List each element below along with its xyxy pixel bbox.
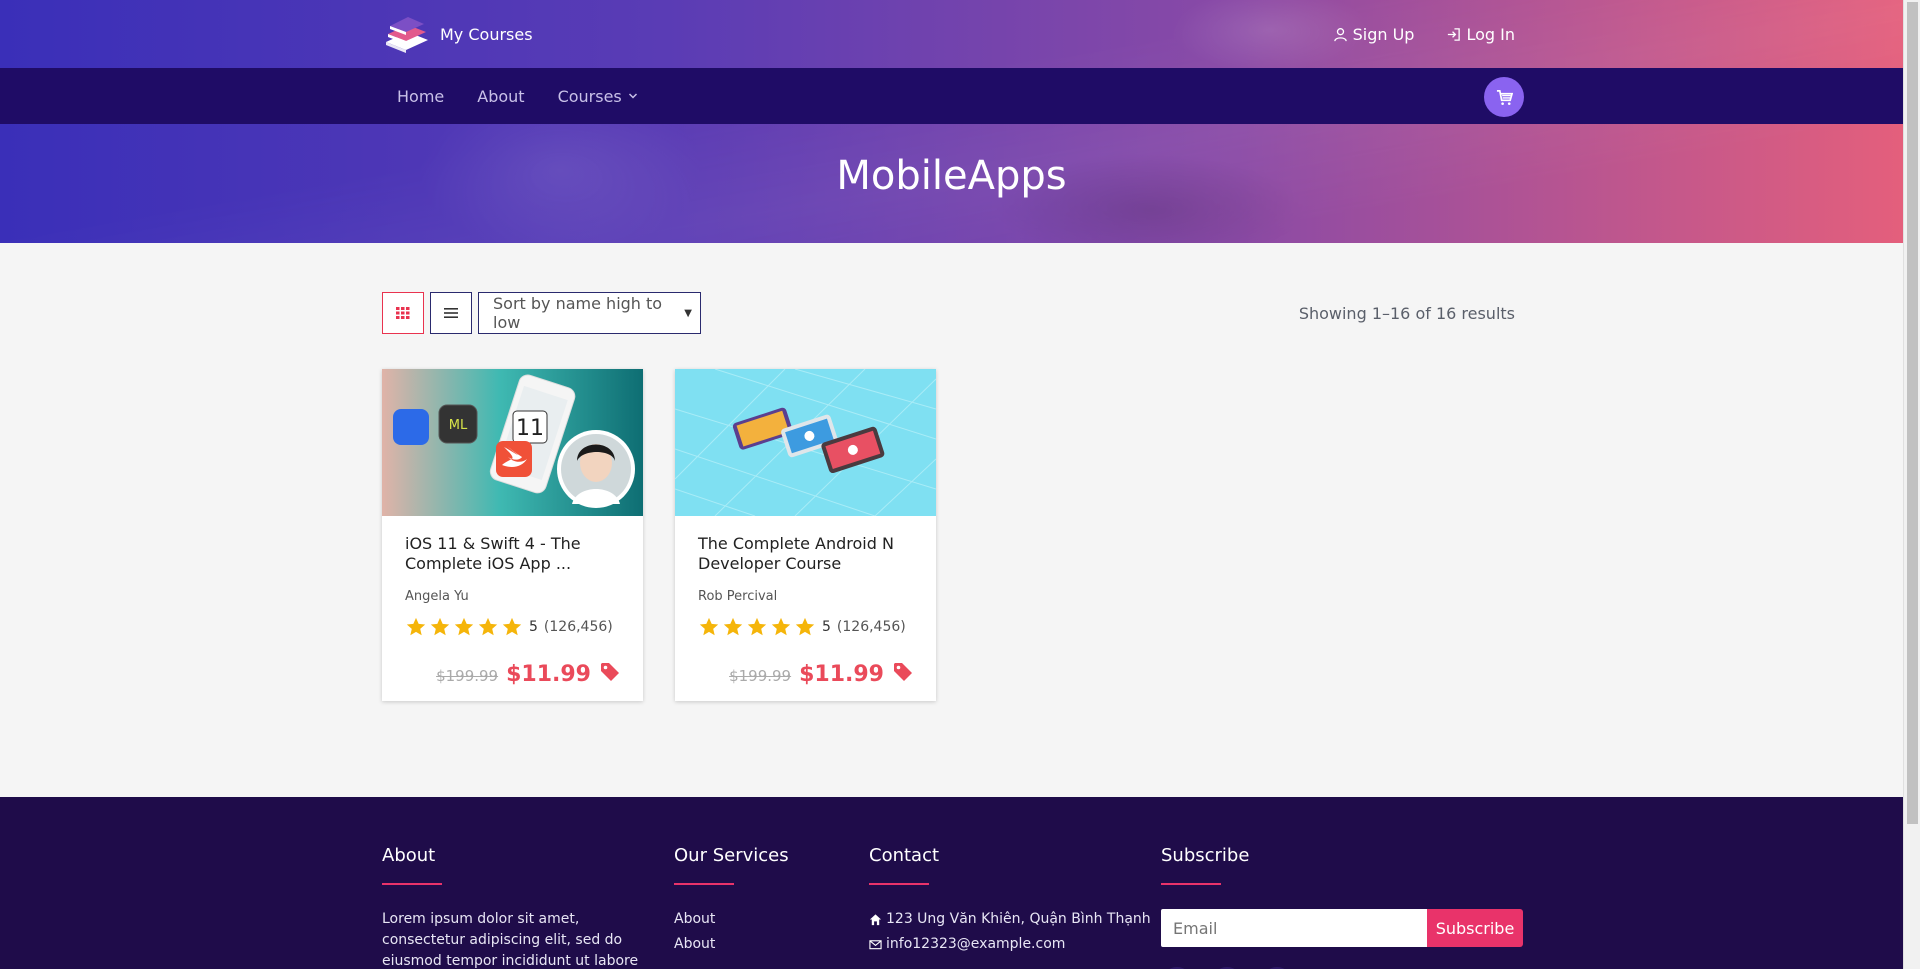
footer-subscribe: Subscribe Subscribe	[1161, 845, 1523, 969]
sign-up-label: Sign Up	[1352, 24, 1415, 44]
svg-text:ML: ML	[449, 418, 468, 433]
heading-underline	[869, 883, 929, 885]
footer-services: Our Services About About	[674, 845, 789, 961]
course-price: $199.99 $11.99	[436, 661, 621, 687]
cart-button[interactable]	[1484, 77, 1524, 117]
auth-links: Sign Up Log In	[1333, 25, 1515, 44]
footer-service-link[interactable]: About	[674, 936, 789, 952]
books-stack-icon	[382, 14, 432, 54]
top-bar: My Courses Sign Up Log In	[382, 0, 1521, 68]
user-icon	[1333, 27, 1347, 41]
heading-underline	[1161, 883, 1221, 885]
mail-icon	[869, 939, 882, 949]
log-in-label: Log In	[1466, 24, 1515, 44]
contact-email-text: info12323@example.com	[886, 936, 1066, 952]
star-icon	[771, 617, 791, 636]
login-icon	[1448, 27, 1461, 41]
star-icon	[723, 617, 743, 636]
nav-item-about-label: About	[477, 86, 525, 106]
heading-underline	[674, 883, 734, 885]
footer-subscribe-heading: Subscribe	[1161, 845, 1250, 866]
course-rating: 5 (126,456)	[698, 616, 913, 638]
star-icon	[795, 617, 815, 636]
footer-services-heading: Our Services	[674, 845, 789, 866]
grid-icon	[396, 307, 410, 319]
sale-price: $11.99	[506, 661, 591, 687]
rating-score: 5	[529, 619, 538, 635]
list-icon	[444, 308, 458, 318]
brand-name: My Courses	[440, 24, 533, 44]
star-icon	[699, 617, 719, 636]
footer: About Lorem ipsum dolor sit amet, consec…	[0, 797, 1903, 969]
subscribe-email-input[interactable]	[1161, 909, 1427, 947]
footer-about: About Lorem ipsum dolor sit amet, consec…	[382, 845, 644, 969]
course-rating: 5 (126,456)	[405, 616, 620, 638]
contact-address-text: 123 Ung Văn Khiên, Quận Bình Thạnh	[886, 911, 1151, 927]
course-card[interactable]: 11 ML iOS 11 & Swift 4 - The Complete iO…	[382, 369, 643, 701]
course-thumbnail: 11 ML	[382, 369, 643, 516]
course-card[interactable]: The Complete Android N Developer Course …	[675, 369, 936, 701]
course-price: $199.99 $11.99	[729, 661, 914, 687]
nav-item-home-label: Home	[397, 86, 445, 106]
price-tag-icon	[892, 661, 914, 687]
star-icon	[454, 617, 474, 636]
course-title[interactable]: iOS 11 & Swift 4 - The Complete iOS App …	[405, 534, 620, 574]
page-title: MobileApps	[836, 153, 1067, 199]
footer-about-text: Lorem ipsum dolor sit amet, consectetur …	[382, 911, 639, 969]
footer-contact-heading: Contact	[869, 845, 940, 866]
sort-selected-value: Sort by name high to low	[493, 294, 663, 332]
sign-up-link[interactable]: Sign Up	[1333, 24, 1415, 44]
nav-item-courses[interactable]: Courses	[558, 87, 638, 106]
course-thumbnail	[675, 369, 936, 516]
chevron-down-icon	[628, 93, 637, 99]
contact-email[interactable]: info12323@example.com	[869, 936, 1151, 952]
home-icon	[869, 913, 882, 925]
sale-price: $11.99	[799, 661, 884, 687]
heading-underline	[382, 883, 442, 885]
nav-item-home[interactable]: Home	[397, 87, 444, 106]
rating-count: (126,456)	[836, 619, 906, 635]
rating-score: 5	[822, 619, 831, 635]
main-nav: Home About Courses	[0, 68, 1903, 124]
footer-about-heading: About	[382, 845, 436, 866]
star-icon	[747, 617, 767, 636]
original-price: $199.99	[729, 667, 792, 685]
nav-item-courses-label: Courses	[557, 86, 622, 106]
subscribe-button[interactable]: Subscribe	[1427, 909, 1523, 947]
brand[interactable]: My Courses	[382, 14, 533, 54]
list-view-button[interactable]	[430, 292, 472, 334]
contact-address: 123 Ung Văn Khiên, Quận Bình Thạnh	[869, 911, 1151, 927]
scrollbar[interactable]	[1903, 0, 1920, 969]
scrollbar-thumb[interactable]	[1907, 2, 1918, 824]
course-author: Angela Yu	[405, 589, 469, 604]
course-author: Rob Percival	[698, 589, 778, 604]
sort-select[interactable]: Sort by name high to low ▼	[478, 292, 701, 334]
hero-banner: My Courses Sign Up Log In Home About Cou…	[0, 0, 1903, 243]
original-price: $199.99	[436, 667, 499, 685]
rating-count: (126,456)	[543, 619, 613, 635]
footer-contact: Contact 123 Ung Văn Khiên, Quận Bình Thạ…	[869, 845, 1151, 961]
log-in-link[interactable]: Log In	[1446, 25, 1515, 44]
price-tag-icon	[599, 661, 621, 687]
cart-icon	[1496, 89, 1513, 105]
course-title[interactable]: The Complete Android N Developer Course	[698, 534, 913, 574]
star-icon	[502, 617, 522, 636]
star-icon	[406, 617, 426, 636]
caret-down-icon: ▼	[684, 307, 692, 319]
footer-service-link[interactable]: About	[674, 911, 789, 927]
star-icon	[478, 617, 498, 636]
subscribe-form: Subscribe	[1161, 909, 1523, 947]
star-icon	[430, 617, 450, 636]
svg-text:11: 11	[516, 416, 544, 441]
catalog-toolbar: Sort by name high to low ▼	[382, 292, 701, 334]
grid-view-button[interactable]	[382, 292, 424, 334]
nav-item-about[interactable]: About	[477, 87, 524, 106]
result-count: Showing 1–16 of 16 results	[1298, 304, 1515, 323]
